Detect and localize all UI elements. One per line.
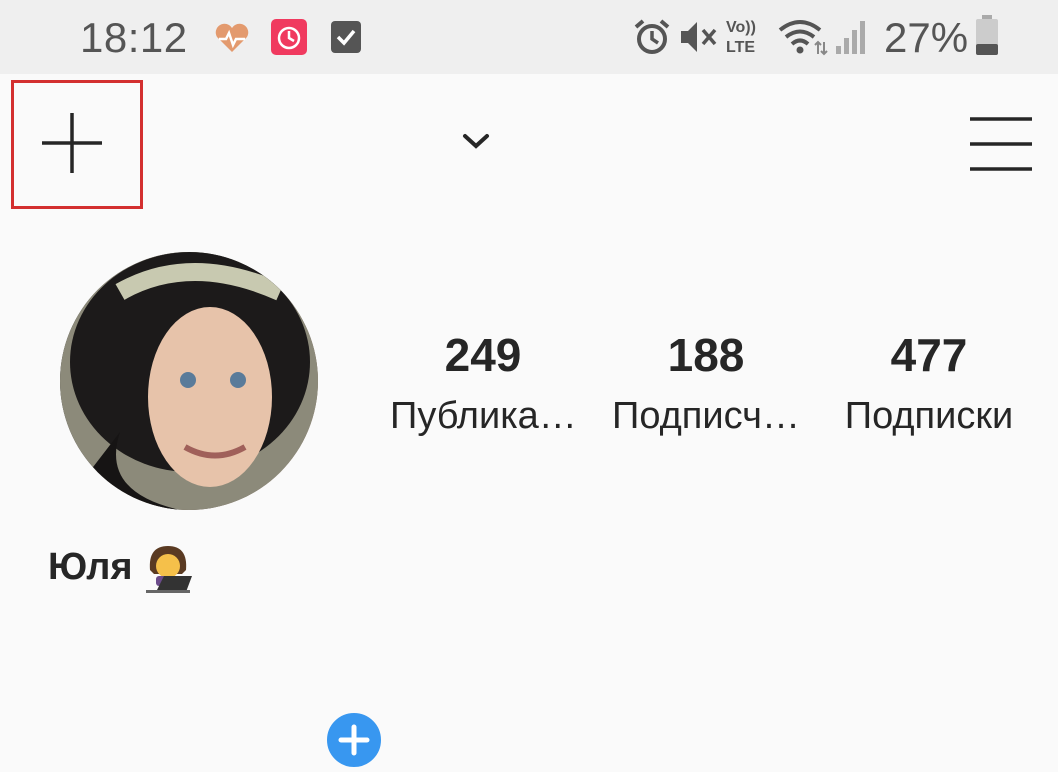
profile-toolbar [0, 74, 1058, 224]
plus-small-icon [338, 724, 370, 756]
mute-icon [681, 22, 717, 52]
stat-posts-value: 249 [444, 329, 522, 381]
hamburger-menu-icon[interactable] [966, 114, 1036, 174]
wifi-icon [778, 20, 828, 56]
svg-text:Vo)): Vo)) [726, 19, 756, 36]
calendar-app-icon [271, 19, 307, 55]
svg-text:LTE: LTE [726, 39, 755, 56]
stat-following[interactable]: 477 Подписки [832, 332, 1026, 436]
stat-followers-value: 188 [667, 329, 745, 381]
battery-percent: 27% [884, 14, 969, 61]
profile-name: Юля [48, 546, 133, 588]
heart-health-icon [215, 23, 249, 52]
avatar-photo [60, 252, 318, 510]
stat-posts[interactable]: 249 Публика… [390, 329, 577, 437]
chevron-down-icon[interactable] [460, 130, 492, 152]
stat-following-label: Подписки [844, 395, 1014, 437]
add-story-button[interactable] [322, 708, 386, 772]
signal-icon [836, 21, 865, 54]
checkbox-app-icon [331, 21, 361, 53]
volte-icon: Vo)) LTE [726, 19, 756, 56]
status-time: 18:12 [80, 14, 188, 61]
avatar-container [60, 252, 386, 772]
stat-followers-label: Подписч… [612, 395, 800, 437]
stat-following-value: 477 [890, 329, 968, 381]
battery-icon [976, 15, 998, 55]
stat-followers[interactable]: 188 Подписч… [608, 332, 804, 436]
stat-posts-label: Публика… [390, 395, 577, 437]
status-bar: 18:12 Vo)) LTE 27% [0, 0, 1058, 74]
plus-icon[interactable] [36, 110, 108, 176]
avatar[interactable] [60, 252, 318, 510]
woman-technologist-emoji-icon [146, 546, 192, 593]
alarm-icon [634, 19, 670, 54]
